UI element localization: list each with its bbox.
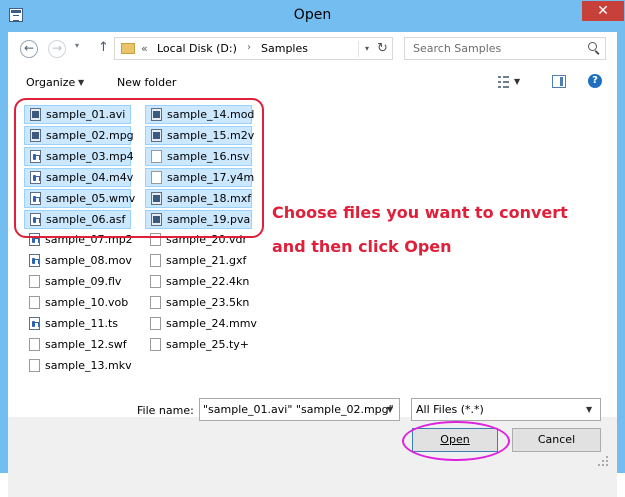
file-name: sample_08.mov <box>45 254 132 267</box>
search-icon <box>588 42 597 51</box>
file-item[interactable]: sample_23.5kn <box>145 294 252 313</box>
file-icon <box>150 254 161 267</box>
close-button[interactable]: ✕ <box>582 1 624 21</box>
search-placeholder: Search Samples <box>413 42 502 55</box>
up-button[interactable]: ↑ <box>98 40 109 55</box>
file-type-value[interactable]: All Files (*.*) <box>416 403 484 416</box>
change-view-icon[interactable] <box>498 76 510 88</box>
file-item[interactable]: sample_24.mmv <box>145 315 257 334</box>
search-input[interactable]: Search Samples <box>404 37 606 60</box>
refresh-icon[interactable]: ↻ <box>377 41 388 56</box>
file-icon <box>150 296 161 309</box>
file-icon <box>29 296 40 309</box>
dialog-window: Open ✕ ← → ▾ ↑ « Local Disk (D:) › Sampl… <box>0 0 625 497</box>
file-type-dropdown-icon[interactable]: ▼ <box>586 405 592 414</box>
file-item[interactable]: sample_13.mkv <box>24 357 132 376</box>
file-item[interactable]: sample_22.4kn <box>145 273 252 292</box>
open-button-highlight <box>402 421 510 461</box>
annotation-line-1: Choose files you want to convert <box>272 203 568 222</box>
annotation-line-2: and then click Open <box>272 237 452 256</box>
file-item[interactable]: sample_25.ty+ <box>145 336 252 355</box>
view-dropdown-icon[interactable]: ▼ <box>514 77 520 86</box>
resize-grip-icon[interactable] <box>598 456 608 466</box>
selection-highlight-box <box>14 98 264 238</box>
file-name: sample_12.swf <box>45 338 127 351</box>
breadcrumb-folder[interactable]: Samples <box>261 42 308 55</box>
file-name-combobox[interactable]: "sample_01.avi" "sample_02.mpg" ▼ <box>199 398 400 421</box>
file-icon <box>29 338 40 351</box>
forward-button[interactable]: → <box>48 40 66 58</box>
file-name: sample_11.ts <box>45 317 119 330</box>
title-bar[interactable]: Open ✕ <box>0 0 625 32</box>
file-icon <box>29 275 40 288</box>
help-icon[interactable]: ? <box>588 74 602 88</box>
file-icon <box>150 317 161 330</box>
address-dropdown-icon[interactable]: ▾ <box>358 41 375 57</box>
file-item[interactable]: sample_21.gxf <box>145 252 252 271</box>
file-item[interactable]: sample_10.vob <box>24 294 131 313</box>
file-name: sample_24.mmv <box>166 317 257 330</box>
organize-dropdown-icon[interactable]: ▼ <box>78 78 84 87</box>
new-folder-button[interactable]: New folder <box>117 76 176 89</box>
file-name-value[interactable]: "sample_01.avi" "sample_02.mpg" <box>203 403 394 416</box>
file-item[interactable]: sample_09.flv <box>24 273 131 292</box>
file-name: sample_21.gxf <box>166 254 247 267</box>
file-name-label: File name: <box>137 404 194 417</box>
file-name: sample_09.flv <box>45 275 122 288</box>
file-icon <box>29 359 40 372</box>
file-type-select[interactable]: All Files (*.*) ▼ <box>411 398 601 421</box>
back-button[interactable]: ← <box>20 40 38 58</box>
recent-locations-dropdown-icon[interactable]: ▾ <box>75 41 79 50</box>
file-item[interactable]: sample_11.ts <box>24 315 131 334</box>
cancel-button[interactable]: Cancel <box>512 428 601 452</box>
file-icon <box>150 338 161 351</box>
organize-button[interactable]: Organize <box>26 76 75 89</box>
command-toolbar: Organize ▼ New folder ▼ ? <box>8 68 617 97</box>
breadcrumb-separator-icon[interactable]: › <box>247 42 251 53</box>
file-name: sample_13.mkv <box>45 359 132 372</box>
folder-icon <box>121 43 135 54</box>
file-name: sample_25.ty+ <box>166 338 250 351</box>
file-icon <box>150 275 161 288</box>
media-file-icon <box>29 317 40 330</box>
file-name: sample_22.4kn <box>166 275 250 288</box>
window-title: Open <box>293 7 332 23</box>
media-file-icon <box>29 254 40 267</box>
file-item[interactable]: sample_12.swf <box>24 336 131 355</box>
file-name: sample_10.vob <box>45 296 129 309</box>
file-name: sample_23.5kn <box>166 296 250 309</box>
breadcrumb-drive[interactable]: Local Disk (D:) <box>157 42 237 55</box>
preview-pane-icon[interactable] <box>552 75 566 88</box>
navigation-bar: ← → ▾ ↑ « Local Disk (D:) › Samples ▾ ↻ … <box>8 32 617 68</box>
file-item[interactable]: sample_08.mov <box>24 252 132 271</box>
address-overflow-chevron[interactable]: « <box>141 42 148 55</box>
file-name-dropdown-icon[interactable]: ▼ <box>387 405 393 414</box>
address-bar[interactable]: « Local Disk (D:) › Samples ▾ ↻ <box>114 37 393 60</box>
